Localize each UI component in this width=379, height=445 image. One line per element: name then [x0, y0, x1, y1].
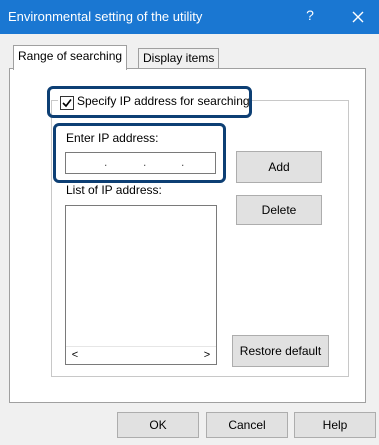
- tab-display-items[interactable]: Display items: [138, 48, 220, 69]
- cancel-button[interactable]: Cancel: [206, 412, 288, 438]
- ip-separator: .: [104, 155, 108, 169]
- utility-settings-dialog: Environmental setting of the utility ? R…: [0, 0, 379, 445]
- specify-ip-checkbox-label: Specify IP address for searching: [77, 94, 250, 108]
- ok-button[interactable]: OK: [117, 412, 199, 438]
- delete-button-label: Delete: [261, 203, 297, 217]
- delete-button[interactable]: Delete: [236, 195, 322, 225]
- window-title: Environmental setting of the utility: [8, 9, 203, 24]
- checkmark-icon: [62, 99, 72, 108]
- scroll-left-icon[interactable]: <: [68, 348, 82, 363]
- tab-label: Display items: [143, 51, 215, 65]
- ip-address-input[interactable]: . . .: [65, 152, 216, 174]
- title-bar: Environmental setting of the utility ?: [0, 0, 379, 34]
- ip-list-label: List of IP address:: [66, 183, 162, 197]
- ip-separator: .: [143, 155, 147, 169]
- ip-separator: .: [181, 155, 185, 169]
- ok-button-label: OK: [149, 418, 167, 432]
- tab-label: Range of searching: [18, 49, 123, 63]
- help-button[interactable]: Help: [294, 412, 376, 438]
- add-button-label: Add: [268, 160, 290, 174]
- tab-range-of-searching[interactable]: Range of searching: [13, 45, 128, 70]
- horizontal-scrollbar[interactable]: < >: [66, 346, 216, 364]
- specify-ip-checkbox[interactable]: [60, 96, 74, 110]
- restore-default-button[interactable]: Restore default: [232, 335, 329, 367]
- add-button[interactable]: Add: [236, 151, 322, 183]
- specify-ip-checkbox-row[interactable]: Specify IP address for searching: [58, 93, 250, 111]
- restore-default-button-label: Restore default: [239, 344, 322, 358]
- scroll-right-icon[interactable]: >: [200, 348, 214, 363]
- close-icon[interactable]: [346, 6, 370, 28]
- ip-address-label: Enter IP address:: [66, 131, 159, 145]
- help-button-label: Help: [322, 418, 348, 432]
- help-icon-button[interactable]: ?: [298, 7, 322, 23]
- cancel-button-label: Cancel: [228, 418, 266, 432]
- ip-address-list[interactable]: < >: [65, 205, 217, 365]
